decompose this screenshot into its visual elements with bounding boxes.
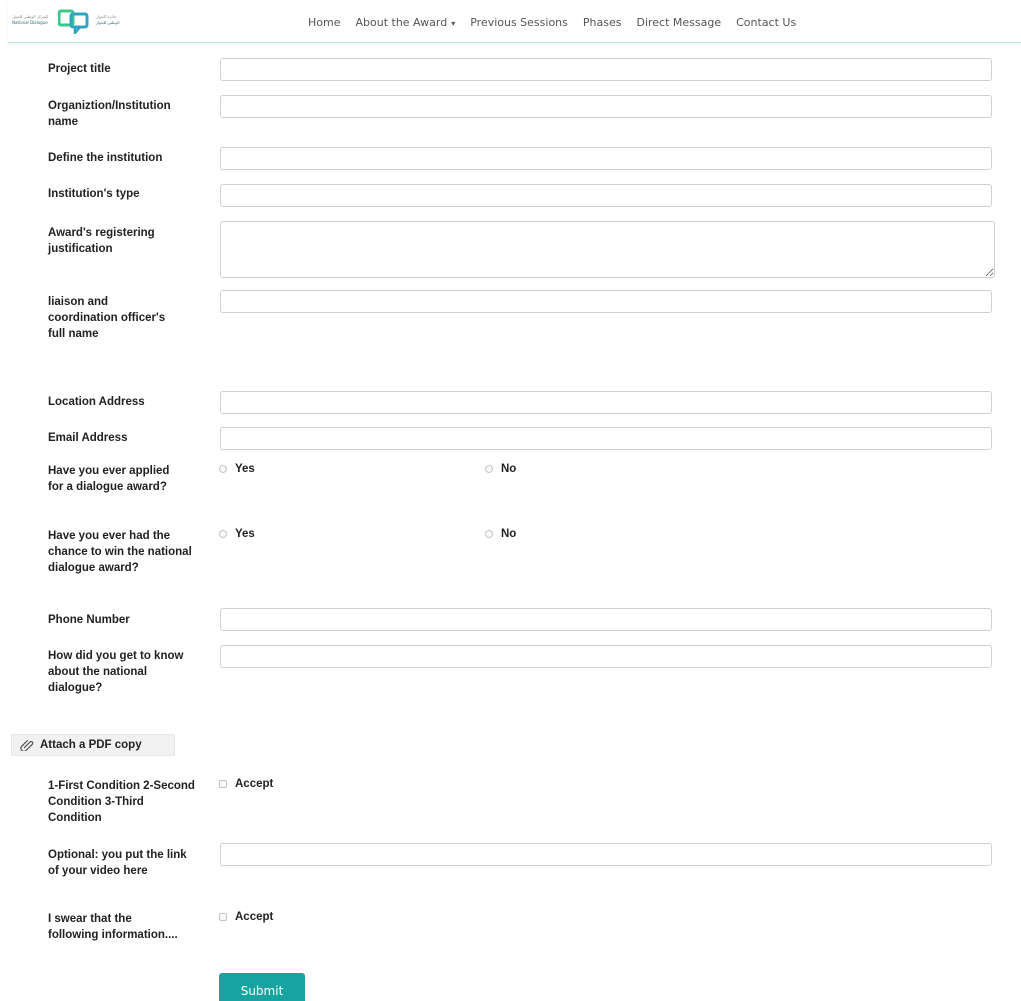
label-how-know: How did you get to know about the nation… [48, 650, 184, 694]
main-menu: Home About the Award ▾ Previous Sessions … [308, 16, 811, 29]
applied-no-label: No [501, 463, 517, 475]
won-no-radio[interactable] [485, 530, 493, 538]
top-navbar: المركز الوطني للحوار National Dialogue ج… [8, 0, 1021, 43]
won-yes-radio[interactable] [219, 530, 227, 538]
nav-about-award[interactable]: About the Award ▾ [355, 16, 455, 29]
nav-about-award-label: About the Award [355, 16, 448, 29]
paperclip-icon [20, 740, 34, 751]
label-liaison: liaison and coordination officer's full … [48, 296, 166, 340]
define-institution-input[interactable] [220, 147, 992, 170]
logo-award-ar-1: جائزة الحوار [96, 14, 117, 19]
won-yes-option[interactable]: Yes [219, 528, 255, 540]
project-title-input[interactable] [220, 58, 992, 81]
applied-yes-option[interactable]: Yes [219, 463, 255, 475]
swear-accept-checkbox[interactable] [219, 913, 227, 921]
site-logo[interactable]: المركز الوطني للحوار National Dialogue ج… [8, 8, 143, 34]
caret-down-icon: ▾ [451, 19, 456, 28]
nav-phases[interactable]: Phases [583, 16, 622, 29]
label-location: Location Address [48, 396, 145, 408]
nav-home[interactable]: Home [308, 16, 340, 29]
won-yes-label: Yes [235, 528, 255, 540]
org-name-input[interactable] [220, 95, 992, 118]
nav-previous-sessions[interactable]: Previous Sessions [470, 16, 568, 29]
label-institution-type: Institution's type [48, 188, 140, 200]
justification-textarea[interactable] [220, 221, 995, 278]
conditions-accept-option[interactable]: Accept [219, 778, 273, 790]
label-video: Optional: you put the link of your video… [48, 849, 187, 877]
institution-type-input[interactable] [220, 184, 992, 207]
logo-award-ar-2: الوطني للحوار [96, 20, 120, 25]
nav-contact-us[interactable]: Contact Us [736, 16, 796, 29]
label-won-question: Have you ever had the chance to win the … [48, 530, 192, 574]
label-justification: Award's registering justification [48, 227, 155, 255]
label-project-title: Project title [48, 63, 111, 75]
applied-yes-label: Yes [235, 463, 255, 475]
attach-pdf-label: Attach a PDF copy [40, 739, 142, 751]
video-link-input[interactable] [220, 843, 992, 866]
label-applied-question: Have you ever applied for a dialogue awa… [48, 465, 170, 493]
phone-input[interactable] [220, 608, 992, 631]
applied-no-radio[interactable] [485, 465, 493, 473]
logo-mark-icon [58, 9, 89, 34]
won-no-option[interactable]: No [485, 528, 516, 540]
won-no-label: No [501, 528, 517, 540]
label-define-institution: Define the institution [48, 152, 163, 164]
logo-text-en: National Dialogue [12, 20, 48, 25]
label-swear: I swear that the following information..… [48, 913, 178, 941]
how-know-input[interactable] [220, 645, 992, 668]
label-org-name: Organiztion/Institution name [48, 100, 171, 128]
location-input[interactable] [220, 391, 992, 414]
logo-text-ar: المركز الوطني للحوار [12, 14, 48, 19]
label-phone: Phone Number [48, 614, 130, 626]
conditions-accept-label: Accept [235, 778, 274, 790]
label-conditions: 1-First Condition 2-Second Condition 3-T… [48, 780, 195, 824]
applied-no-option[interactable]: No [485, 463, 516, 475]
swear-accept-label: Accept [235, 911, 274, 923]
attach-pdf-button[interactable]: Attach a PDF copy [11, 734, 175, 756]
submit-button[interactable]: Submit [219, 973, 305, 1001]
label-email: Email Address [48, 432, 128, 444]
nav-direct-message[interactable]: Direct Message [636, 16, 721, 29]
applied-yes-radio[interactable] [219, 465, 227, 473]
email-input[interactable] [220, 427, 992, 450]
liaison-input[interactable] [220, 290, 992, 313]
swear-accept-option[interactable]: Accept [219, 911, 273, 923]
conditions-accept-checkbox[interactable] [219, 780, 227, 788]
